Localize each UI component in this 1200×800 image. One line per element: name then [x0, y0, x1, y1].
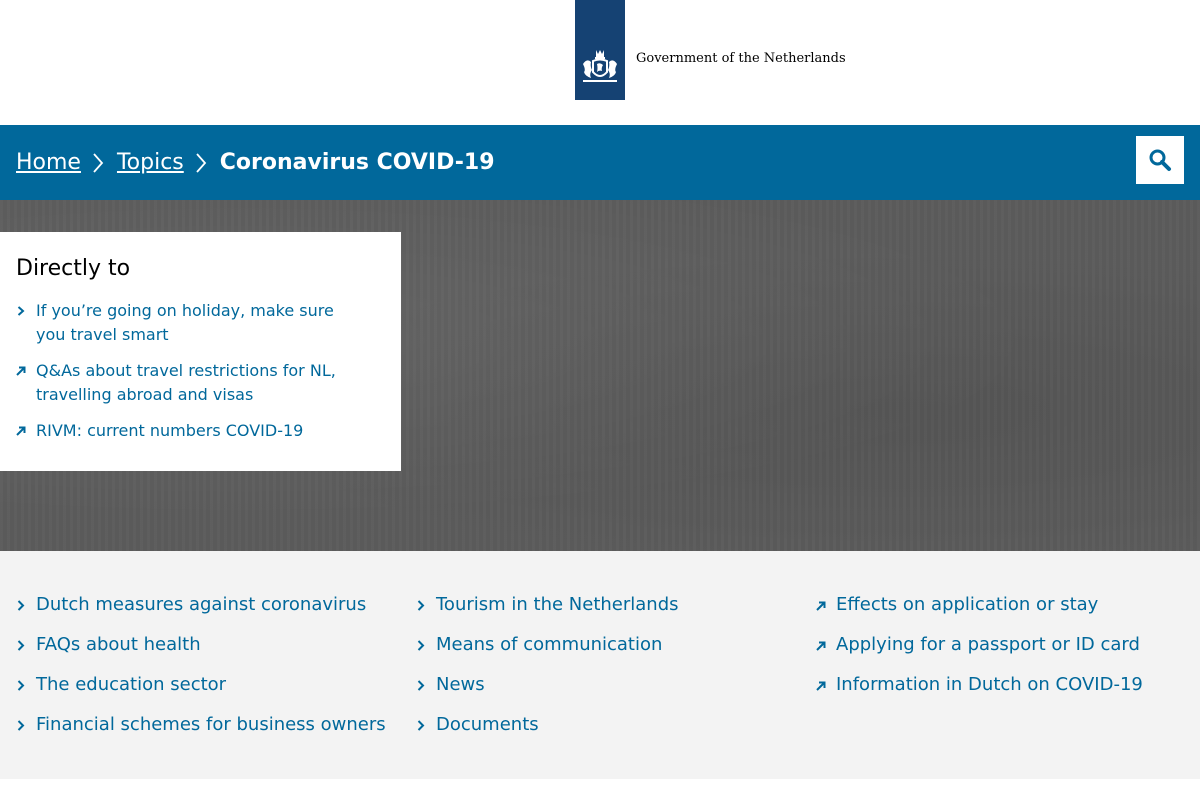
- list-item[interactable]: News: [416, 671, 679, 711]
- topic-link[interactable]: FAQs about health: [36, 634, 201, 655]
- external-link-icon: [16, 366, 26, 376]
- topic-link[interactable]: Dutch measures against coronavirus: [36, 594, 366, 615]
- chevron-right-icon: [17, 600, 25, 611]
- search-icon: [1149, 149, 1171, 171]
- chevron-right-icon: [17, 720, 25, 731]
- chevron-right-icon: [417, 600, 425, 611]
- external-link-icon: [16, 426, 26, 436]
- list-item[interactable]: Means of communication: [416, 631, 679, 671]
- list-item[interactable]: Tourism in the Netherlands: [416, 591, 679, 631]
- chevron-right-icon: [417, 720, 425, 731]
- topic-link[interactable]: Information in Dutch on COVID-19: [836, 674, 1143, 695]
- list-item[interactable]: Financial schemes for business owners: [16, 711, 386, 751]
- breadcrumb-current: Coronavirus COVID-19: [219, 150, 495, 175]
- topic-link[interactable]: The education sector: [36, 674, 226, 695]
- list-item[interactable]: Applying for a passport or ID card: [816, 631, 1143, 671]
- chevron-right-icon: [196, 152, 206, 173]
- topic-link[interactable]: News: [436, 674, 485, 695]
- list-item[interactable]: If you’re going on holiday, make sure yo…: [16, 299, 356, 347]
- external-link-icon: [816, 641, 826, 651]
- org-name: Government of the Netherlands: [636, 51, 846, 66]
- navigation-bar: Home Topics Coronavirus COVID-19: [0, 125, 1200, 200]
- external-link-icon: [816, 601, 826, 611]
- breadcrumb: Home Topics Coronavirus COVID-19: [16, 125, 495, 200]
- list-item[interactable]: Dutch measures against coronavirus: [16, 591, 386, 631]
- topic-link[interactable]: Tourism in the Netherlands: [436, 594, 679, 615]
- chevron-right-icon: [17, 640, 25, 651]
- page-bottom: [0, 779, 1200, 800]
- search-button[interactable]: [1136, 136, 1184, 184]
- external-link-icon: [816, 681, 826, 691]
- breadcrumb-topics[interactable]: Topics: [117, 150, 184, 175]
- topic-link[interactable]: Financial schemes for business owners: [36, 714, 386, 735]
- list-item[interactable]: FAQs about health: [16, 631, 386, 671]
- list-item[interactable]: Information in Dutch on COVID-19: [816, 671, 1143, 711]
- topic-link[interactable]: Documents: [436, 714, 539, 735]
- directly-to-list: If you’re going on holiday, make sure yo…: [16, 299, 385, 443]
- hero-image: Directly to If you’re going on holiday, …: [0, 200, 1200, 551]
- topic-link[interactable]: Effects on application or stay: [836, 594, 1098, 615]
- links-column-2: Tourism in the Netherlands Means of comm…: [416, 591, 679, 751]
- list-item[interactable]: Q&As about travel restrictions for NL, t…: [16, 359, 356, 407]
- topic-link[interactable]: Applying for a passport or ID card: [836, 634, 1140, 655]
- topic-link[interactable]: Means of communication: [436, 634, 662, 655]
- topic-links-section: Dutch measures against coronavirus FAQs …: [0, 551, 1200, 779]
- links-column-3: Effects on application or stay Applying …: [816, 591, 1143, 711]
- list-item[interactable]: RIVM: current numbers COVID-19: [16, 419, 356, 443]
- chevron-right-icon: [417, 640, 425, 651]
- breadcrumb-home[interactable]: Home: [16, 150, 81, 175]
- directly-to-link[interactable]: If you’re going on holiday, make sure yo…: [36, 301, 334, 344]
- chevron-right-icon: [17, 306, 25, 316]
- coat-of-arms-logo: [575, 0, 625, 100]
- directly-to-panel: Directly to If you’re going on holiday, …: [0, 232, 401, 471]
- chevron-right-icon: [93, 152, 104, 173]
- links-column-1: Dutch measures against coronavirus FAQs …: [16, 591, 386, 751]
- directly-to-link[interactable]: RIVM: current numbers COVID-19: [36, 421, 303, 440]
- site-header: Government of the Netherlands: [0, 0, 1200, 125]
- list-item[interactable]: Documents: [416, 711, 679, 751]
- list-item[interactable]: Effects on application or stay: [816, 591, 1143, 631]
- chevron-right-icon: [17, 680, 25, 691]
- coat-of-arms-icon: [583, 50, 617, 82]
- directly-to-link[interactable]: Q&As about travel restrictions for NL, t…: [36, 361, 336, 404]
- chevron-right-icon: [417, 680, 425, 691]
- directly-to-heading: Directly to: [16, 256, 131, 281]
- list-item[interactable]: The education sector: [16, 671, 386, 711]
